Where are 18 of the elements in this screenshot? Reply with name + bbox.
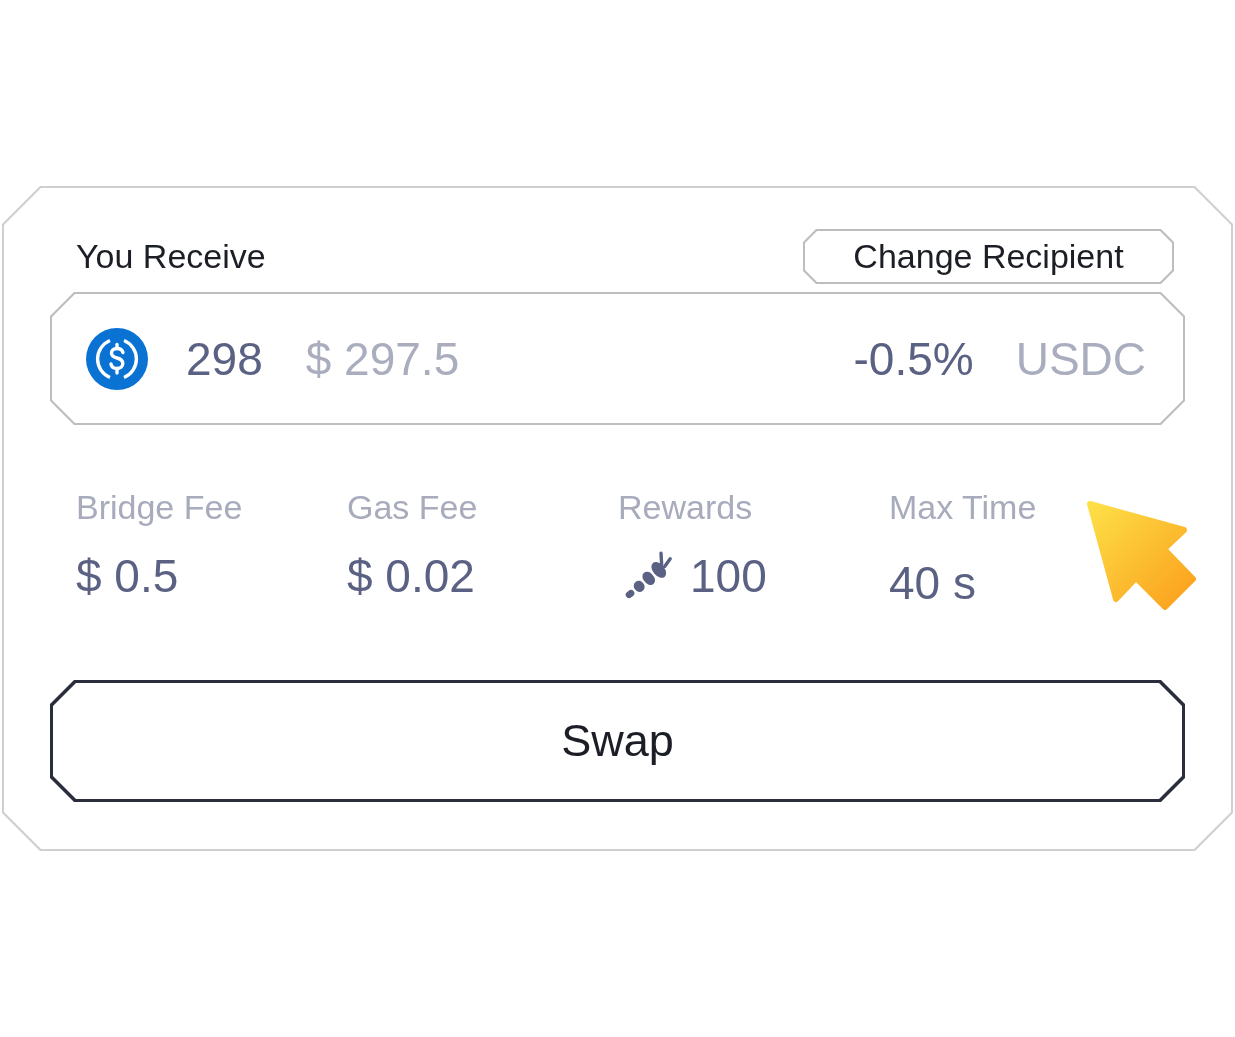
stat-label: Gas Fee <box>347 487 479 527</box>
cursor-arrow-icon <box>1085 499 1197 611</box>
swap-button[interactable]: Swap <box>50 680 1185 802</box>
change-recipient-button[interactable]: Change Recipient <box>803 229 1174 284</box>
usd-value: $ 297.5 <box>305 331 460 386</box>
stat-label: Bridge Fee <box>76 487 244 527</box>
price-impact: -0.5% <box>853 331 974 386</box>
stat-value: $ 0.5 <box>76 550 179 602</box>
coin-icon <box>86 327 148 390</box>
section-label: You Receive <box>76 237 266 276</box>
amount-value: 298 <box>186 331 263 386</box>
receive-amount-field[interactable]: 298 $ 297.5 -0.5% USDC <box>50 292 1185 425</box>
stat-value: $ 0.02 <box>347 550 475 602</box>
stat-label: Rewards <box>618 487 754 527</box>
token-symbol: USDC <box>1015 331 1146 386</box>
stat-label: Max Time <box>889 487 1038 527</box>
stat-value: 100 <box>690 550 767 602</box>
stat-value: 40 s <box>889 557 976 609</box>
